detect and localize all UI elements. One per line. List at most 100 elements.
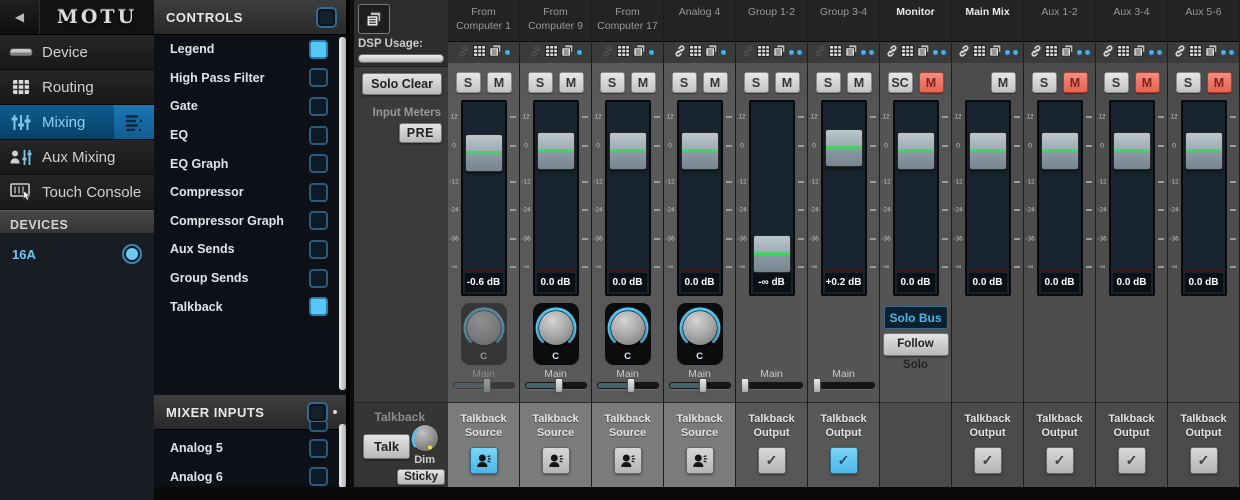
checkbox[interactable]	[309, 183, 328, 202]
copy-settings-icon[interactable]	[917, 44, 930, 62]
mixer-input-item-analog-6[interactable]: Analog 6	[154, 463, 346, 488]
solo-button[interactable]: S	[1176, 72, 1201, 93]
solo-button[interactable]: S	[456, 72, 481, 93]
device-row-16a[interactable]: 16A	[0, 233, 154, 264]
sidebar-item-device[interactable]: Device	[0, 35, 154, 70]
checkbox[interactable]	[309, 297, 328, 316]
copy-settings-icon[interactable]	[561, 44, 574, 62]
channel-name[interactable]: Monitor	[880, 0, 951, 42]
link-icon[interactable]	[674, 44, 686, 62]
talkback-output-checkbox[interactable]: ✓	[1190, 447, 1218, 474]
checkbox[interactable]	[309, 97, 328, 116]
copy-settings-icon[interactable]	[1205, 44, 1218, 62]
fader-handle[interactable]	[969, 132, 1007, 170]
routing-grid-icon[interactable]	[757, 44, 770, 62]
channel-name[interactable]: Group 1-2	[736, 0, 807, 42]
sidebar-item-touch-console[interactable]: Touch Console	[0, 175, 154, 210]
slider-thumb[interactable]	[555, 378, 563, 393]
main-send-slider[interactable]	[669, 382, 731, 389]
checkbox[interactable]	[309, 439, 328, 458]
mute-button[interactable]: M	[703, 72, 728, 93]
solo-button[interactable]: S	[1032, 72, 1057, 93]
mixer-inputs-scrollbar[interactable]	[339, 424, 346, 488]
main-send-slider[interactable]	[741, 382, 803, 389]
solo-button[interactable]: S	[744, 72, 769, 93]
mixer-input-item-analog-5[interactable]: Analog 5	[154, 434, 346, 463]
main-send-slider[interactable]	[813, 382, 875, 389]
routing-grid-icon[interactable]	[973, 44, 986, 62]
main-send-slider[interactable]	[525, 382, 587, 389]
mute-button[interactable]: M	[919, 72, 944, 93]
controls-item-eq[interactable]: EQ	[154, 121, 346, 150]
link-icon[interactable]	[602, 44, 614, 62]
copy-settings-icon[interactable]	[1133, 44, 1146, 62]
mute-button[interactable]: M	[1207, 72, 1232, 93]
channel-name[interactable]: Aux 5-6	[1168, 0, 1239, 42]
mute-button[interactable]: M	[1063, 72, 1088, 93]
fader-handle[interactable]	[537, 132, 575, 170]
channel-name[interactable]: FromComputer 9	[520, 0, 591, 42]
talkback-source-button[interactable]	[470, 447, 498, 474]
checkbox[interactable]	[309, 467, 328, 486]
pan-knob[interactable]: C	[533, 303, 579, 365]
talkback-source-button[interactable]	[542, 447, 570, 474]
talkback-source-button[interactable]	[614, 447, 642, 474]
sidebar-item-routing[interactable]: Routing	[0, 70, 154, 105]
talkback-output-checkbox[interactable]: ✓	[1118, 447, 1146, 474]
slider-thumb[interactable]	[813, 378, 821, 393]
talkback-source-button[interactable]	[686, 447, 714, 474]
mute-button[interactable]: M	[559, 72, 584, 93]
channel-name[interactable]: Analog 4	[664, 0, 735, 42]
controls-master-checkbox[interactable]	[316, 7, 337, 28]
checkbox[interactable]	[309, 126, 328, 145]
link-icon[interactable]	[530, 44, 542, 62]
link-icon[interactable]	[886, 44, 898, 62]
main-send-slider[interactable]	[597, 382, 659, 389]
pan-knob[interactable]: C	[677, 303, 723, 365]
copy-settings-icon[interactable]	[989, 44, 1002, 62]
solo-button[interactable]: S	[600, 72, 625, 93]
talkback-output-checkbox[interactable]: ✓	[830, 447, 858, 474]
solo-bus-button[interactable]: Solo Bus	[884, 306, 948, 329]
mute-button[interactable]: M	[847, 72, 872, 93]
checkbox[interactable]	[309, 422, 328, 432]
solo-button[interactable]: S	[816, 72, 841, 93]
slider-thumb[interactable]	[741, 378, 749, 393]
controls-item-compressor[interactable]: Compressor	[154, 178, 346, 207]
sc-button[interactable]: SC	[888, 72, 913, 93]
checkbox[interactable]	[309, 211, 328, 230]
solo-button[interactable]: S	[1104, 72, 1129, 93]
link-icon[interactable]	[814, 44, 826, 62]
slider-thumb[interactable]	[627, 378, 635, 393]
controls-item-high-pass-filter[interactable]: High Pass Filter	[154, 64, 346, 93]
copy-settings-icon[interactable]	[633, 44, 646, 62]
sticky-button[interactable]: Sticky	[397, 469, 445, 485]
controls-item-compressor-graph[interactable]: Compressor Graph	[154, 207, 346, 236]
device-selected-radio[interactable]	[122, 244, 142, 264]
fader-handle[interactable]	[753, 235, 791, 273]
follow-solo-button[interactable]: Follow Solo	[883, 333, 949, 356]
routing-grid-icon[interactable]	[689, 44, 702, 62]
sidebar-item-mixing[interactable]: Mixing	[0, 105, 154, 140]
solo-clear-button[interactable]: Solo Clear	[362, 73, 442, 95]
copy-settings-icon[interactable]	[1061, 44, 1074, 62]
controls-item-group-sends[interactable]: Group Sends	[154, 264, 346, 293]
fader-handle[interactable]	[1041, 132, 1079, 170]
controls-item-eq-graph[interactable]: EQ Graph	[154, 149, 346, 178]
routing-grid-icon[interactable]	[1045, 44, 1058, 62]
talkback-output-checkbox[interactable]: ✓	[758, 447, 786, 474]
checkbox[interactable]	[309, 40, 328, 59]
slider-thumb[interactable]	[483, 378, 491, 393]
talk-button[interactable]: Talk	[363, 434, 410, 459]
mixer-inputs-expand-dot[interactable]	[333, 410, 337, 414]
copy-settings-icon[interactable]	[489, 44, 502, 62]
link-icon[interactable]	[1030, 44, 1042, 62]
fader-handle[interactable]	[897, 132, 935, 170]
controls-item-legend[interactable]: Legend	[154, 35, 346, 64]
slider-thumb[interactable]	[699, 378, 707, 393]
controls-scrollbar[interactable]	[339, 37, 346, 390]
fader-handle[interactable]	[1113, 132, 1151, 170]
link-icon[interactable]	[458, 44, 470, 62]
mixing-menu-button[interactable]	[114, 105, 154, 139]
main-send-slider[interactable]	[453, 382, 515, 389]
